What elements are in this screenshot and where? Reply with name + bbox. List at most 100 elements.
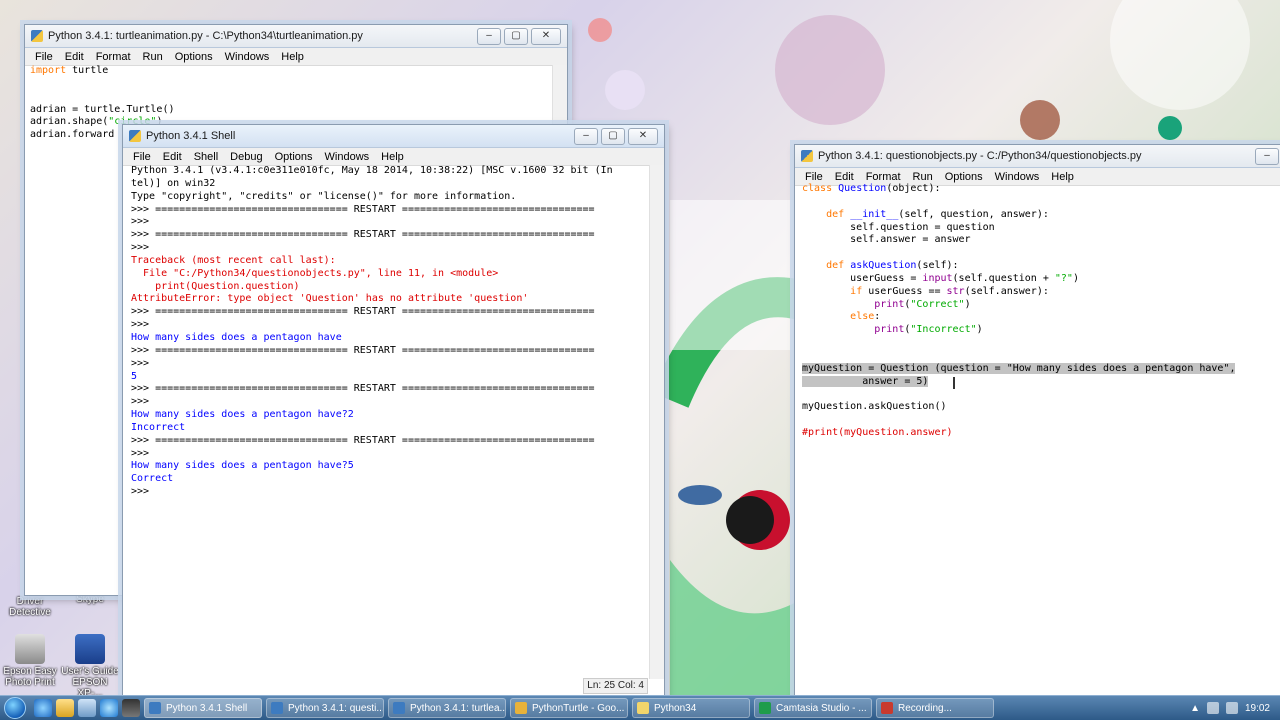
code-line: else:: [802, 311, 1280, 324]
desktop-icon-label: Driver Detective: [9, 596, 51, 618]
code-line: print(Question.question): [131, 281, 664, 294]
code-token: else: [850, 311, 875, 323]
minimize-button[interactable]: –: [477, 27, 501, 45]
menu-edit[interactable]: Edit: [157, 151, 188, 163]
code-line: >>>: [131, 319, 664, 332]
start-button[interactable]: [0, 696, 30, 720]
code-line: answer = 5): [802, 375, 1280, 389]
questionobjects-editor-window[interactable]: Python 3.4.1: questionobjects.py - C:/Py…: [794, 144, 1280, 698]
menu-format[interactable]: Format: [90, 51, 137, 63]
code-token: adrian.shape(: [30, 116, 109, 128]
code-token: >>> ================================ RES…: [131, 203, 595, 215]
menu-edit[interactable]: Edit: [59, 51, 90, 63]
menu-file[interactable]: File: [29, 51, 59, 63]
show-hidden-icons-icon[interactable]: ▲: [1190, 703, 1200, 714]
close-button[interactable]: ✕: [628, 127, 658, 145]
menu-format[interactable]: Format: [860, 171, 907, 183]
code-token: >>>: [131, 357, 150, 369]
code-line: File "C:/Python34/questionobjects.py", l…: [131, 268, 664, 281]
python-shell-window[interactable]: Python 3.4.1 Shell – ▢ ✕ File Edit Shell De…: [122, 124, 665, 696]
app-icon: [759, 702, 771, 714]
menu-run[interactable]: Run: [907, 171, 939, 183]
taskbar-button[interactable]: Recording...: [876, 698, 994, 718]
app-icon: [637, 702, 649, 714]
code-token: Incorrect: [131, 421, 186, 433]
menu-windows[interactable]: Windows: [319, 151, 376, 163]
code-token: >>>: [131, 396, 150, 408]
vertical-scrollbar[interactable]: [649, 165, 664, 679]
menu-options[interactable]: Options: [269, 151, 319, 163]
menu-options[interactable]: Options: [169, 51, 219, 63]
code-token: (object):: [886, 183, 941, 194]
code-line: >>>: [131, 242, 664, 255]
code-line: >>>: [131, 358, 664, 371]
python-icon: [801, 150, 813, 162]
menu-windows[interactable]: Windows: [989, 171, 1046, 183]
taskbar-button-label: Recording...: [898, 702, 952, 714]
code-token: adrian.forward: [30, 129, 115, 141]
python-icon: [129, 130, 141, 142]
desktop-icon-driver-detective[interactable]: Driver Detective: [0, 596, 60, 618]
taskbar-button-label: Python34: [654, 702, 697, 714]
code-token: (self, question, answer):: [898, 208, 1049, 220]
desktop-icon-users-guide[interactable]: User's Guide EPSON XP-...: [60, 634, 120, 699]
shell-output[interactable]: Python 3.4.1 (v3.4.1:c0e311e010fc, May 1…: [123, 165, 664, 679]
taskbar-button[interactable]: Camtasia Studio - ...: [754, 698, 872, 718]
taskbar-button[interactable]: Python34: [632, 698, 750, 718]
close-button[interactable]: ✕: [531, 27, 561, 45]
code-token: userGuess =: [802, 272, 923, 284]
menu-help[interactable]: Help: [1045, 171, 1080, 183]
minimize-button[interactable]: –: [1255, 147, 1279, 165]
menu-windows[interactable]: Windows: [219, 51, 276, 63]
code-token: >>>: [131, 216, 150, 228]
app-icon: [515, 702, 527, 714]
maximize-button[interactable]: ▢: [504, 27, 528, 45]
menu-help[interactable]: Help: [275, 51, 310, 63]
app-launcher-icon[interactable]: [122, 699, 140, 717]
code-editor[interactable]: class Question(object): def __init__(sel…: [795, 183, 1280, 697]
ie-browser-icon[interactable]: [100, 699, 118, 717]
network-icon[interactable]: [1206, 702, 1219, 714]
menu-edit[interactable]: Edit: [829, 171, 860, 183]
menu-shell[interactable]: Shell: [188, 151, 224, 163]
menu-file[interactable]: File: [799, 171, 829, 183]
code-token: askQuestion: [850, 260, 917, 272]
clock[interactable]: 19:02: [1245, 703, 1270, 714]
code-token: ): [976, 324, 983, 336]
menu-file[interactable]: File: [127, 151, 157, 163]
code-line: Incorrect: [131, 422, 664, 435]
code-line: def askQuestion(self):: [802, 260, 1280, 273]
code-token: "Correct": [910, 298, 965, 310]
show-desktop-icon[interactable]: [78, 699, 96, 717]
window-titlebar[interactable]: Python 3.4.1: turtleanimation.py - C:\Py…: [25, 25, 567, 48]
printer-icon: [15, 634, 45, 664]
minimize-button[interactable]: –: [574, 127, 598, 145]
code-line: self.answer = answer: [802, 234, 1280, 247]
taskbar: Python 3.4.1 Shell Python 3.4.1: questi..…: [0, 695, 1280, 720]
internet-explorer-icon[interactable]: [34, 699, 52, 717]
desktop-icon-epson-easy-photo-print[interactable]: Epson Easy Photo Print: [0, 634, 60, 688]
code-line: if userGuess == str(self.answer):: [802, 286, 1280, 299]
window-titlebar[interactable]: Python 3.4.1 Shell – ▢ ✕: [123, 125, 664, 148]
taskbar-button[interactable]: Python 3.4.1 Shell: [144, 698, 262, 718]
folder-icon[interactable]: [56, 699, 74, 717]
taskbar-button[interactable]: Python 3.4.1: turtlea...: [388, 698, 506, 718]
menu-debug[interactable]: Debug: [224, 151, 268, 163]
code-token: >>>: [131, 486, 156, 498]
code-token: AttributeError: type object 'Question' h…: [131, 293, 529, 305]
code-token: self.answer = answer: [802, 234, 971, 246]
maximize-button[interactable]: ▢: [601, 127, 625, 145]
code-token: File "C:/Python34/questionobjects.py", l…: [131, 267, 499, 279]
menu-help[interactable]: Help: [375, 151, 410, 163]
menu-options[interactable]: Options: [939, 171, 989, 183]
window-titlebar[interactable]: Python 3.4.1: questionobjects.py - C:/Py…: [795, 145, 1280, 168]
taskbar-button[interactable]: Python 3.4.1: questi...: [266, 698, 384, 718]
taskbar-button[interactable]: PythonTurtle - Goo...: [510, 698, 628, 718]
cursor-position-status: Ln: 25 Col: 4: [583, 678, 648, 694]
volume-icon[interactable]: [1225, 702, 1238, 714]
code-token: (self.answer):: [964, 285, 1049, 297]
menu-run[interactable]: Run: [137, 51, 169, 63]
